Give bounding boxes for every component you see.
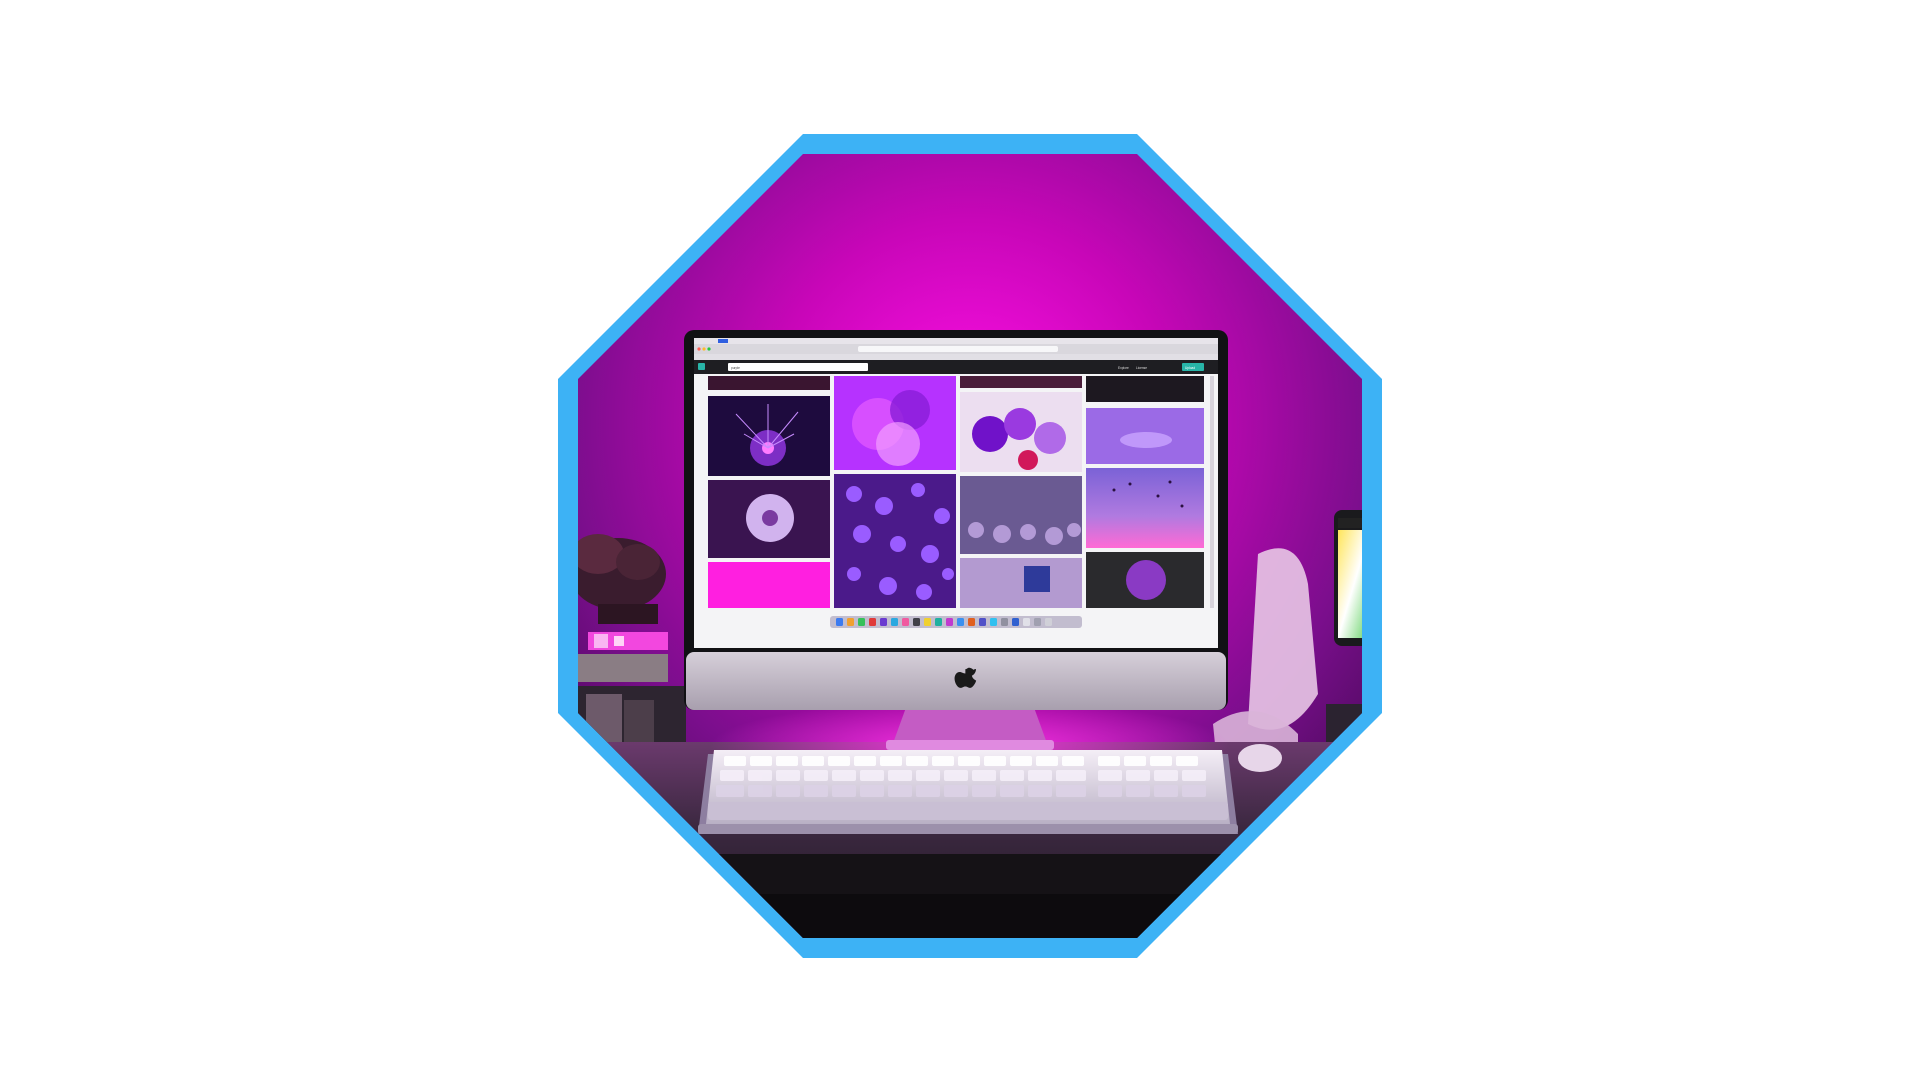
mouse (1238, 744, 1282, 772)
dahlia-photo (1126, 560, 1166, 600)
photo-grid (708, 376, 1204, 608)
header-action-upload: Upload (1185, 366, 1195, 370)
mac-dock (830, 616, 1082, 628)
daisy-photo (746, 494, 794, 542)
search-query: purple (731, 366, 740, 370)
page: purple Explore License Upload (0, 0, 1920, 1080)
header-action-explore: Explore (1118, 366, 1129, 370)
window-photo (1024, 566, 1050, 592)
photo-svg: purple Explore License Upload (558, 134, 1382, 958)
octagon-photo-frame: purple Explore License Upload (558, 134, 1382, 958)
search-field (728, 363, 868, 371)
keyboard (698, 750, 1238, 834)
monitor: purple Explore License Upload (684, 330, 1228, 710)
header-action-license: License (1136, 366, 1147, 370)
water-drop-photo (1120, 432, 1172, 448)
